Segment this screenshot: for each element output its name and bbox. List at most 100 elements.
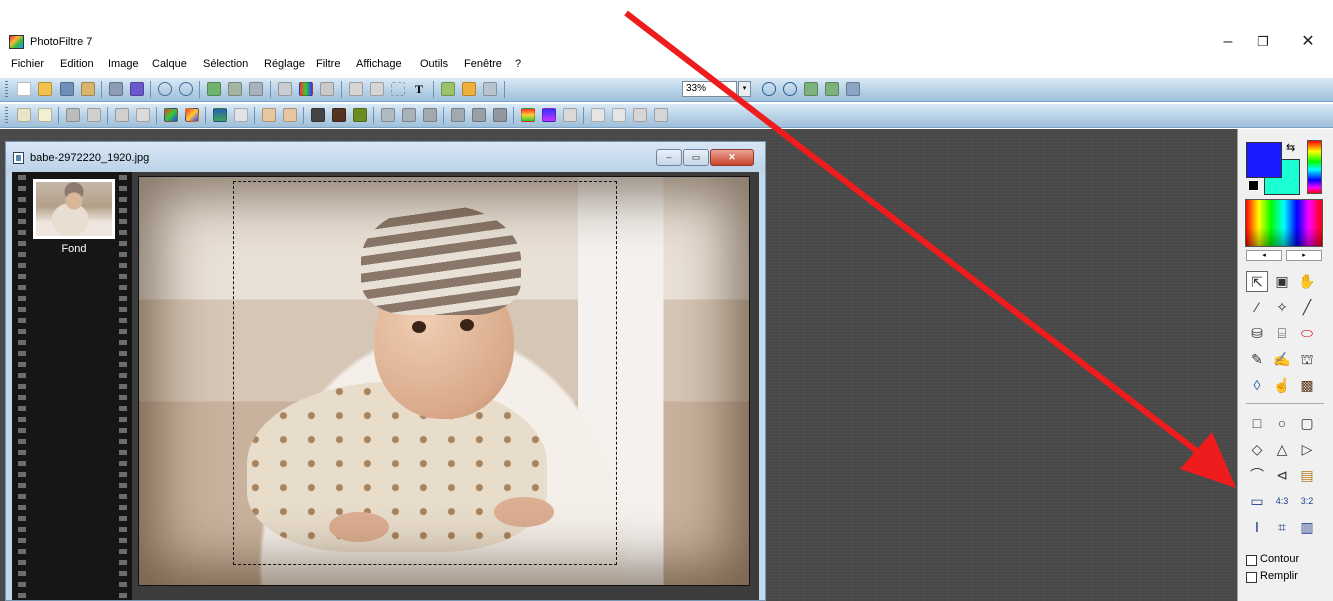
emboss-icon[interactable] [472, 108, 486, 122]
contrast-plus-icon[interactable] [87, 108, 101, 122]
triangle-shape-icon[interactable]: △ [1271, 439, 1293, 460]
menu-filtre[interactable]: Filtre [316, 58, 340, 70]
column-tool-icon[interactable] [591, 108, 605, 122]
pipette-icon[interactable]: ⁄ [1246, 297, 1268, 318]
right-triangle-shape-icon[interactable]: ▷ [1296, 439, 1318, 460]
color-palette[interactable] [1245, 199, 1323, 247]
levels-icon[interactable] [213, 108, 227, 122]
image-size-icon[interactable] [278, 82, 292, 96]
redo-icon[interactable] [179, 82, 193, 96]
scanner-icon[interactable] [130, 82, 144, 96]
layers-tool-icon[interactable] [612, 108, 626, 122]
color-depth-icon[interactable] [299, 82, 313, 96]
document-titlebar[interactable]: babe-2972220_1920.jpg – ▭ ✕ [6, 142, 765, 172]
gallery-icon[interactable] [654, 108, 668, 122]
text-tool-icon[interactable]: T [412, 82, 426, 96]
menu-help[interactable]: ? [515, 58, 521, 70]
doc-maximize-button[interactable]: ▭ [683, 149, 709, 166]
paste-new-icon[interactable] [249, 82, 263, 96]
polygon-lasso-icon[interactable]: ⊲ [1271, 465, 1293, 486]
auto-contrast-icon[interactable] [283, 108, 297, 122]
ellipse-shape-icon[interactable]: ○ [1271, 413, 1293, 434]
grayscale-icon[interactable] [311, 108, 325, 122]
toolbar-grip[interactable] [5, 81, 8, 99]
foreground-color-swatch[interactable] [1246, 142, 1282, 178]
fill-bucket-icon[interactable]: ⛁ [1246, 323, 1268, 344]
print-icon[interactable] [109, 82, 123, 96]
stamp-icon[interactable]: ⛫ [1296, 349, 1318, 370]
menu-edition[interactable]: Edition [60, 58, 94, 70]
selection-mode-icon[interactable] [391, 82, 405, 96]
negative-icon[interactable] [353, 108, 367, 122]
paste-icon[interactable] [228, 82, 242, 96]
hand-tool-icon[interactable]: ✋ [1296, 271, 1318, 292]
blur-drop-icon[interactable]: ◊ [1246, 375, 1268, 396]
rotate-icon[interactable] [563, 108, 577, 122]
saturation-plus-icon[interactable] [185, 108, 199, 122]
gamma-minus-icon[interactable] [115, 108, 129, 122]
doc-close-button[interactable]: ✕ [710, 149, 754, 166]
open-selection-icon[interactable]: ▤ [1296, 465, 1318, 486]
smudge-finger-icon[interactable]: ☝ [1271, 375, 1293, 396]
import-icon[interactable] [81, 82, 95, 96]
gamma-plus-icon[interactable] [136, 108, 150, 122]
brush-icon[interactable]: ✎ [1246, 349, 1268, 370]
save-icon[interactable] [60, 82, 74, 96]
advanced-brush-icon[interactable]: ✍ [1271, 349, 1293, 370]
saturation-minus-icon[interactable] [164, 108, 178, 122]
menu-outils[interactable]: Outils [420, 58, 448, 70]
sepia-icon[interactable] [332, 108, 346, 122]
palette-prev-button[interactable]: ◂ [1246, 250, 1282, 261]
zoom-dropdown-icon[interactable]: ▾ [738, 81, 751, 97]
sharpen-more-icon[interactable] [451, 108, 465, 122]
close-button[interactable]: ✕ [1293, 32, 1323, 52]
full-screen-icon[interactable] [846, 82, 860, 96]
menu-reglage[interactable]: Réglage [264, 58, 305, 70]
zoom-out-icon[interactable] [783, 82, 797, 96]
gradient-icon[interactable] [521, 108, 535, 122]
edge-icon[interactable] [493, 108, 507, 122]
restore-button[interactable]: ❐ [1248, 32, 1278, 52]
ratio-4-3-icon[interactable]: 4:3 [1271, 491, 1293, 512]
doc-minimize-button[interactable]: – [656, 149, 682, 166]
menu-fenetre[interactable]: Fenêtre [464, 58, 502, 70]
spray-icon[interactable]: ⌸ [1271, 323, 1293, 344]
blur-icon[interactable] [381, 108, 395, 122]
line-tool-icon[interactable]: ╱ [1296, 297, 1318, 318]
contrast-minus-icon[interactable] [66, 108, 80, 122]
soften-icon[interactable] [402, 108, 416, 122]
transparent-color-icon[interactable] [320, 82, 334, 96]
contour-checkbox[interactable] [1246, 555, 1257, 566]
hue-strip[interactable] [1307, 140, 1322, 194]
frame-icon[interactable]: ▥ [1296, 517, 1318, 538]
undo-icon[interactable] [158, 82, 172, 96]
auto-balance-icon[interactable] [234, 108, 248, 122]
zoom-in-icon[interactable] [762, 82, 776, 96]
toolbar-grip[interactable] [5, 107, 8, 125]
lasso-icon[interactable]: ⌒ [1246, 465, 1268, 486]
ratio-3-2-icon[interactable]: 3:2 [1296, 491, 1318, 512]
diamond-shape-icon[interactable]: ◇ [1246, 439, 1268, 460]
clone-icon[interactable]: ▩ [1296, 375, 1318, 396]
plugin-icon[interactable] [441, 82, 455, 96]
menu-image[interactable]: Image [108, 58, 139, 70]
rectangle-shape-icon[interactable]: □ [1246, 413, 1268, 434]
fit-window-icon[interactable] [825, 82, 839, 96]
auto-gamma-icon[interactable] [262, 108, 276, 122]
flip-vertical-icon[interactable] [370, 82, 384, 96]
layer-thumbnail[interactable] [33, 179, 115, 239]
automate-icon[interactable] [462, 82, 476, 96]
menu-fichier[interactable]: Fichier [11, 58, 44, 70]
eraser-icon[interactable]: ⬭ [1296, 323, 1318, 344]
explorer-icon[interactable] [483, 82, 497, 96]
sharpen-icon[interactable] [423, 108, 437, 122]
crop-marks-icon[interactable]: ⌗ [1271, 517, 1293, 538]
palette-next-button[interactable]: ▸ [1286, 250, 1322, 261]
brightness-minus-icon[interactable] [17, 108, 31, 122]
menu-selection[interactable]: Sélection [203, 58, 248, 70]
ratio-free-icon[interactable]: ▭ [1246, 491, 1268, 512]
minimize-button[interactable]: – [1213, 32, 1243, 52]
actual-size-icon[interactable] [804, 82, 818, 96]
reset-colors-icon[interactable] [1248, 180, 1259, 191]
magic-wand-icon[interactable]: ✧ [1271, 297, 1293, 318]
